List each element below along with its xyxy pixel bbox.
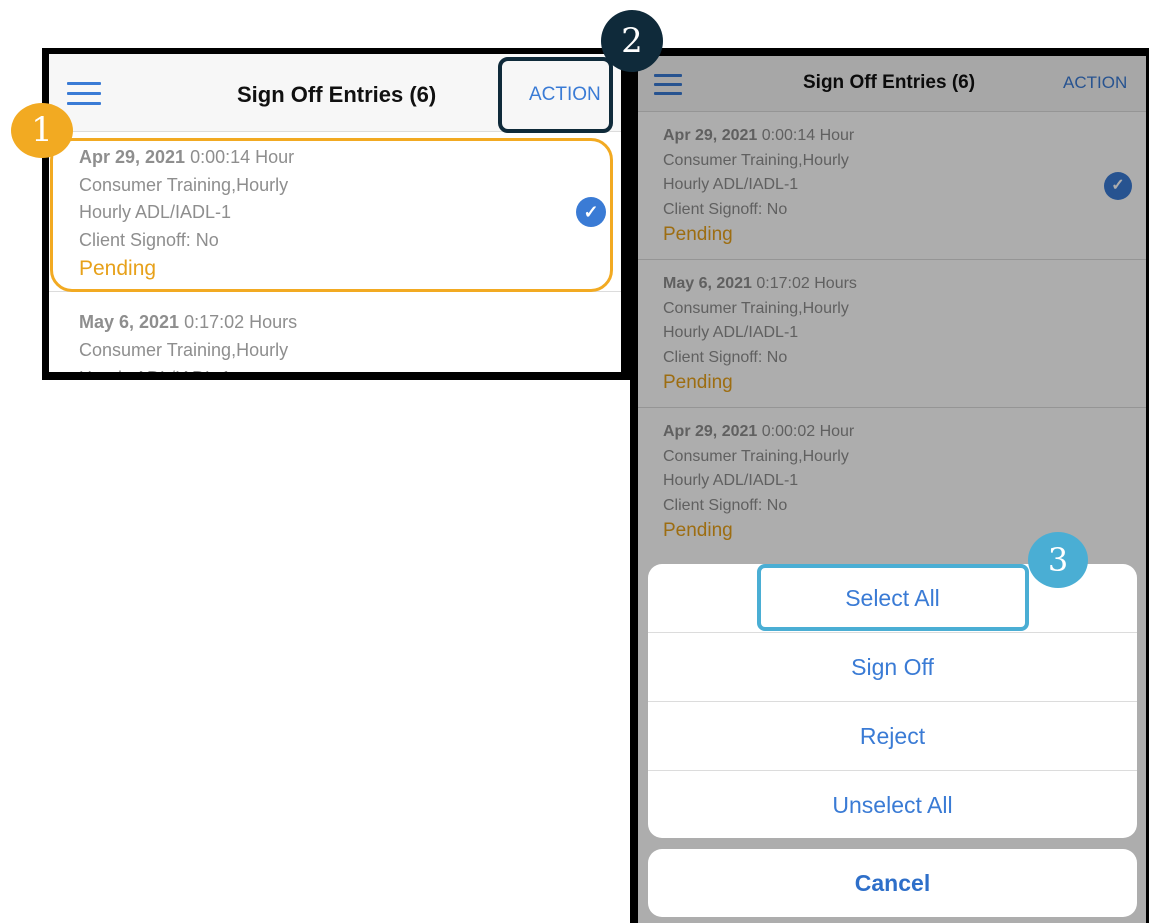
entry-code: Hourly ADL/IADL-1 [79,368,231,372]
entry-duration: 0:17:02 Hours [184,312,298,332]
entry-date: May 6, 2021 [79,312,180,332]
highlight-box-select-all [757,564,1029,631]
right-screen: Sign Off Entries (6) ACTION Apr 29, 2021… [638,56,1146,923]
step-badge-2: 2 [601,10,663,72]
hamburger-icon[interactable] [67,82,101,105]
entry-service: Consumer Training,Hourly [79,340,289,360]
unselect-all-button[interactable]: Unselect All [648,771,1137,838]
highlight-box-action [498,57,613,133]
step-badge-3: 3 [1028,532,1088,588]
highlight-box-entry [50,138,613,292]
sign-off-button[interactable]: Sign Off [648,633,1137,702]
step-badge-1: 1 [11,103,73,158]
page-title: Sign Off Entries (6) [237,82,437,107]
reject-button[interactable]: Reject [648,702,1137,771]
right-screenshot-panel: Sign Off Entries (6) ACTION Apr 29, 2021… [630,48,1149,923]
list-item[interactable]: May 6, 2021 0:17:02 Hours Consumer Train… [49,292,621,372]
entry-date-line: May 6, 2021 0:17:02 Hours [79,312,297,333]
cancel-button[interactable]: Cancel [648,849,1137,917]
